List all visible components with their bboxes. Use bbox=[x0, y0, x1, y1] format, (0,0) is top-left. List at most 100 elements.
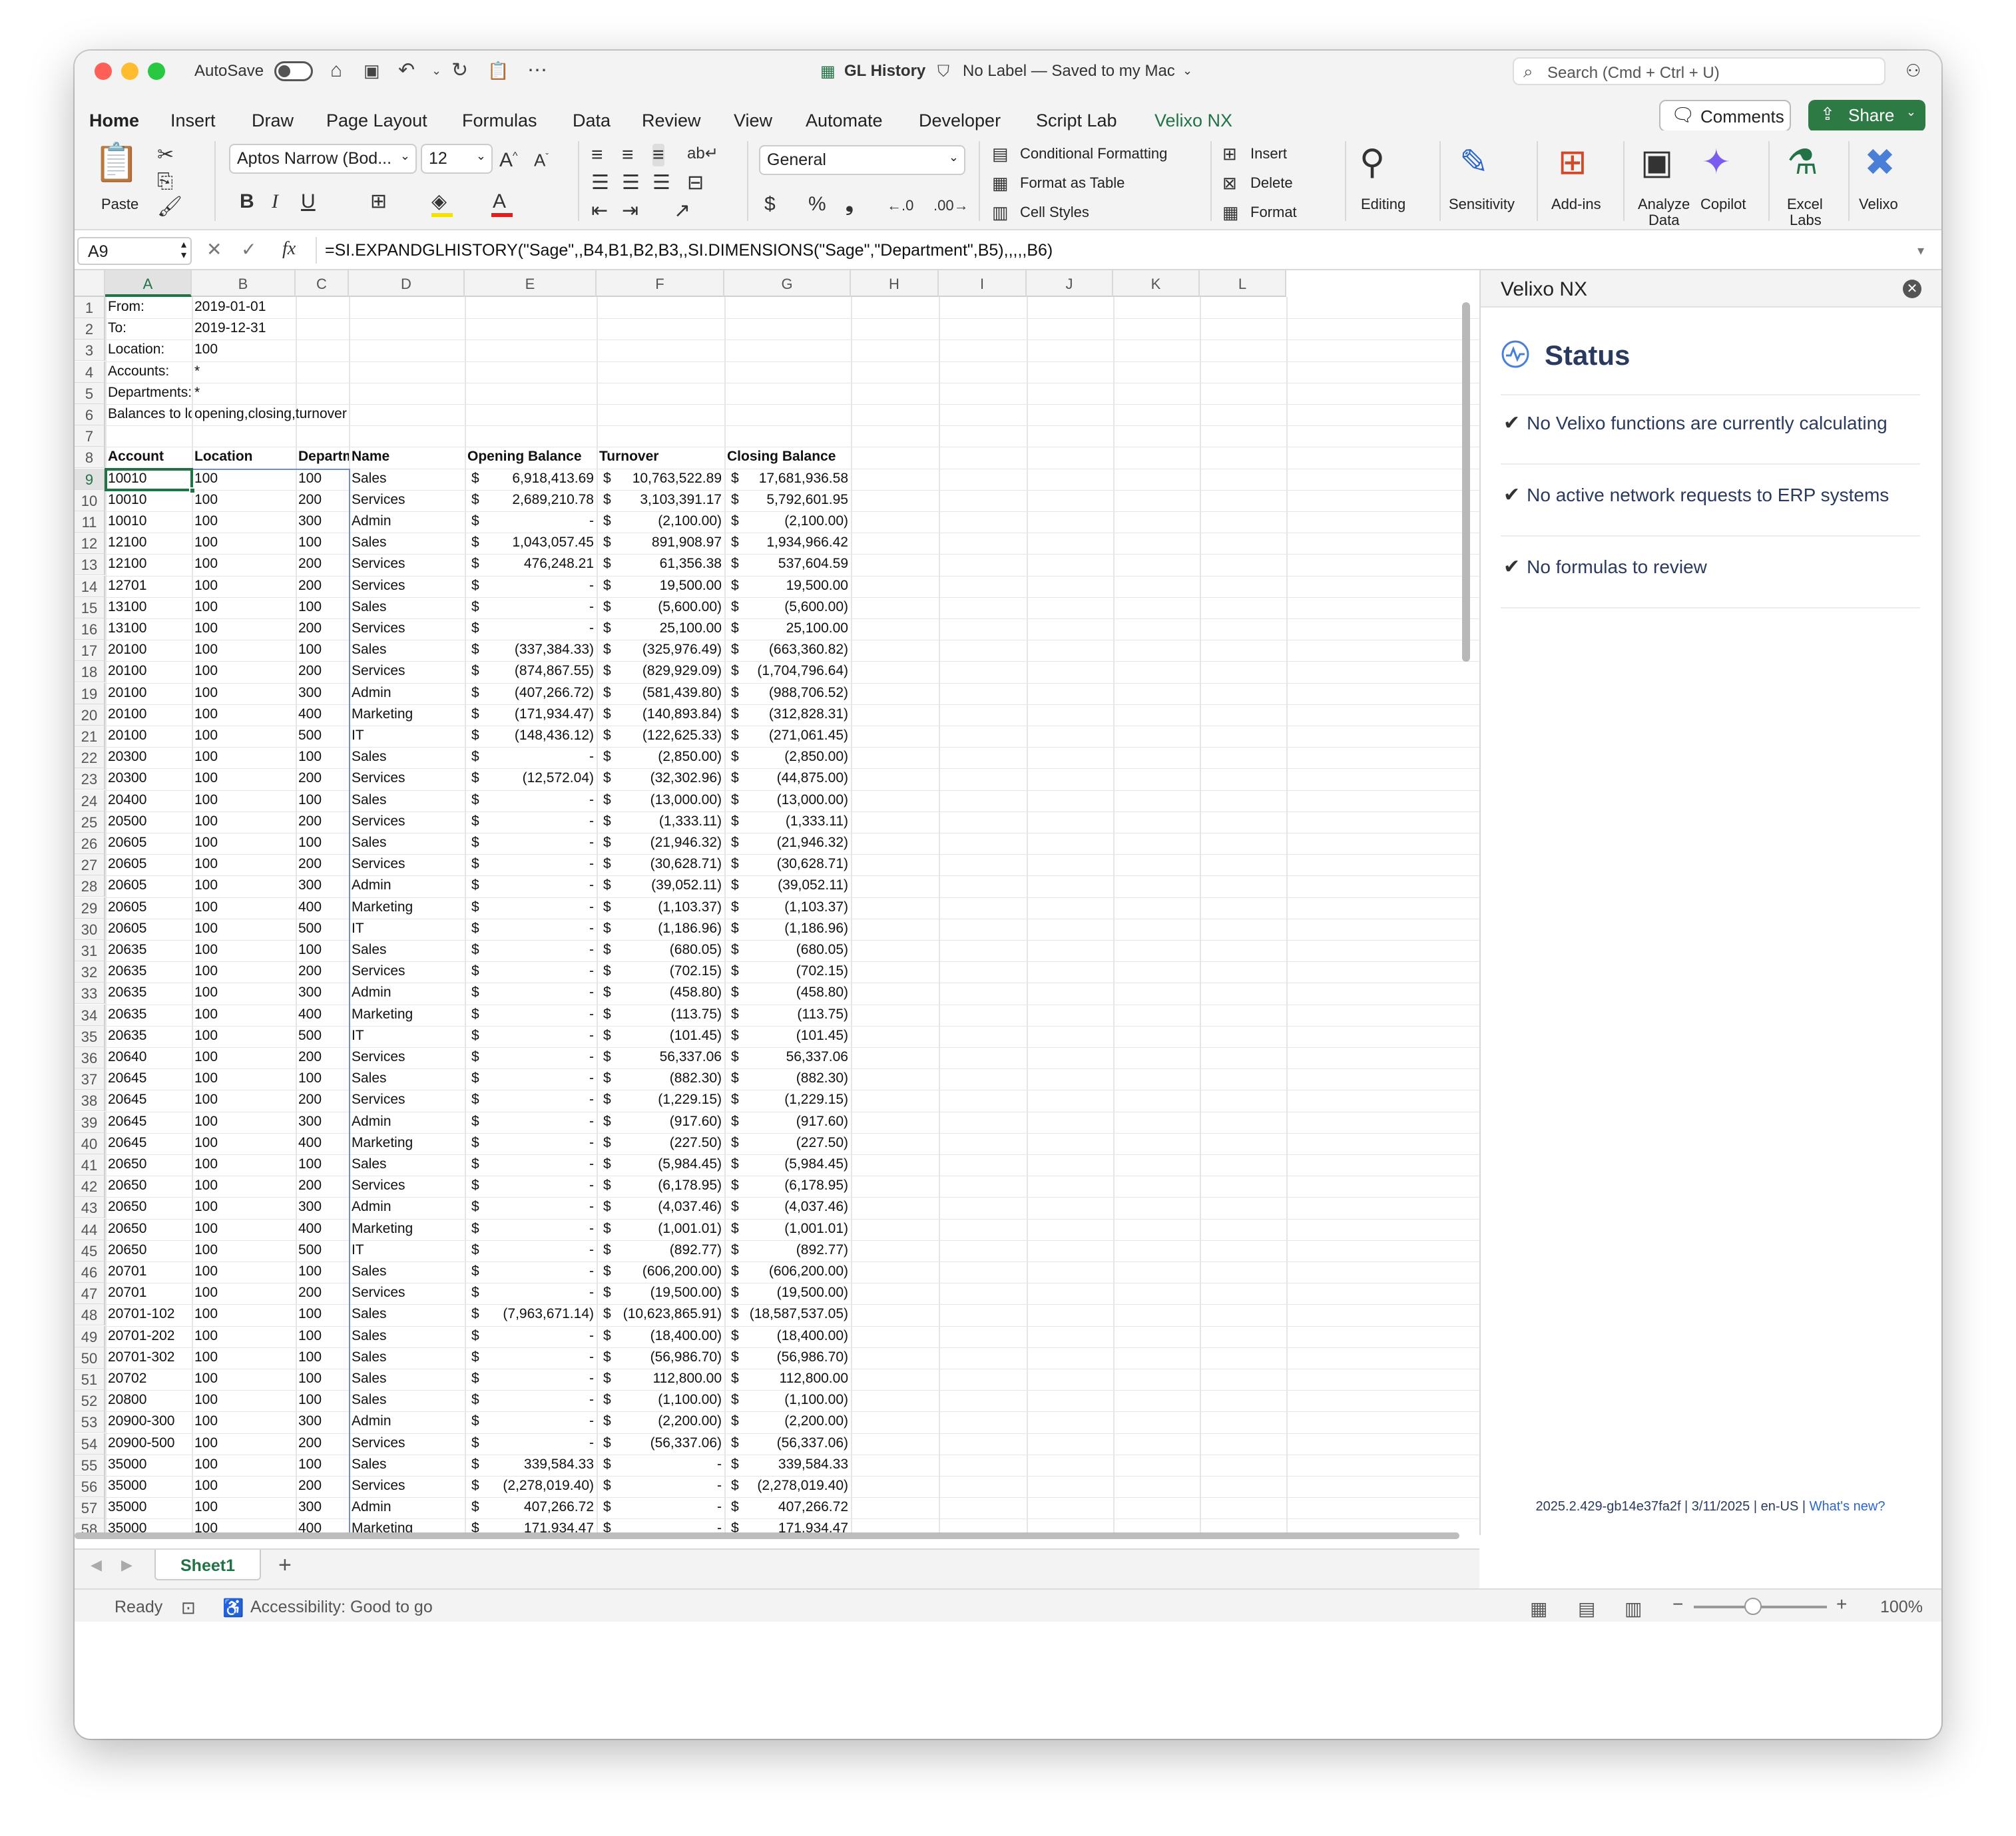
increase-decimal-icon[interactable]: ←.0 bbox=[887, 194, 913, 217]
account-cell[interactable]: 20702 bbox=[105, 1369, 192, 1390]
currency-cell[interactable]: $ (171,934.47) bbox=[465, 704, 597, 726]
align-middle-icon[interactable]: ≡ bbox=[622, 144, 634, 166]
row-header[interactable]: 24 bbox=[75, 790, 105, 811]
row-header[interactable]: 8 bbox=[75, 447, 105, 469]
department-cell[interactable]: 300 bbox=[296, 683, 349, 704]
department-cell[interactable]: 200 bbox=[296, 661, 349, 682]
decrease-decimal-icon[interactable]: .00→ bbox=[933, 194, 969, 217]
currency-cell[interactable]: $ (56,986.70) bbox=[597, 1347, 724, 1369]
location-cell[interactable]: 100 bbox=[192, 1068, 296, 1090]
underline-icon[interactable]: U bbox=[301, 190, 316, 213]
currency-cell[interactable]: $ (892.77) bbox=[597, 1240, 724, 1262]
name-cell[interactable]: Sales bbox=[349, 1304, 465, 1325]
undo-dropdown-chevron-icon[interactable]: ⌄ bbox=[431, 59, 441, 83]
insert-cells-icon[interactable]: ⊞ bbox=[1222, 142, 1237, 165]
location-cell[interactable]: 100 bbox=[192, 1112, 296, 1133]
currency-cell[interactable]: $ (39,052.11) bbox=[724, 875, 851, 897]
currency-cell[interactable]: $ - bbox=[465, 1411, 597, 1433]
department-cell[interactable]: 100 bbox=[296, 1347, 349, 1369]
currency-cell[interactable]: $ (663,360.82) bbox=[724, 640, 851, 661]
currency-cell[interactable]: $25,100.00 bbox=[597, 618, 724, 640]
location-cell[interactable]: 100 bbox=[192, 1262, 296, 1283]
name-cell[interactable]: Sales bbox=[349, 790, 465, 811]
row-header[interactable]: 20 bbox=[75, 704, 105, 726]
currency-cell[interactable]: $ - bbox=[465, 790, 597, 811]
column-header-f[interactable]: F bbox=[597, 270, 724, 297]
tab-review[interactable]: Review bbox=[642, 111, 701, 131]
more-options-icon[interactable]: ⋯ bbox=[527, 59, 547, 83]
department-cell[interactable]: 100 bbox=[296, 469, 349, 490]
account-cell[interactable]: 20645 bbox=[105, 1090, 192, 1111]
font-name-dropdown[interactable]: Aptos Narrow (Bod... ⌄ bbox=[229, 144, 417, 174]
param-label[interactable]: Balances to look at: bbox=[105, 404, 192, 425]
currency-cell[interactable]: $ (32,302.96) bbox=[597, 768, 724, 790]
account-cell[interactable]: 20701-302 bbox=[105, 1347, 192, 1369]
format-as-table-button[interactable]: Format as Table bbox=[1020, 174, 1125, 192]
account-cell[interactable]: 20645 bbox=[105, 1133, 192, 1154]
location-cell[interactable]: 100 bbox=[192, 1283, 296, 1304]
add-ins-button[interactable]: Add-ins bbox=[1551, 196, 1601, 213]
currency-cell[interactable]: $ (1,704,796.64) bbox=[724, 661, 851, 682]
currency-cell[interactable]: $ (19,500.00) bbox=[724, 1283, 851, 1304]
tab-insert[interactable]: Insert bbox=[170, 111, 216, 131]
account-cell[interactable]: 20605 bbox=[105, 875, 192, 897]
row-header[interactable]: 6 bbox=[75, 404, 105, 425]
align-center-icon[interactable]: ☰ bbox=[622, 172, 640, 194]
currency-cell[interactable]: $1,934,966.42 bbox=[724, 533, 851, 554]
horizontal-scrollbar[interactable] bbox=[75, 1532, 1459, 1539]
currency-cell[interactable]: $ - bbox=[465, 576, 597, 597]
location-cell[interactable]: 100 bbox=[192, 533, 296, 554]
name-cell[interactable]: Marketing bbox=[349, 1219, 465, 1240]
currency-cell[interactable]: $ (30,628.71) bbox=[724, 854, 851, 875]
currency-cell[interactable]: $ - bbox=[465, 875, 597, 897]
account-cell[interactable]: 12100 bbox=[105, 554, 192, 575]
currency-cell[interactable]: $10,763,522.89 bbox=[597, 469, 724, 490]
location-cell[interactable]: 100 bbox=[192, 1219, 296, 1240]
currency-cell[interactable]: $ - bbox=[465, 919, 597, 940]
worksheet-grid[interactable]: A B C D E F G H I J K L 1 2 3 4 5 6 7 8 9 10 11 12 13 14 15 16 17 18 1… bbox=[75, 270, 1479, 1535]
name-cell[interactable]: Sales bbox=[349, 597, 465, 618]
currency-cell[interactable]: $ - bbox=[465, 1283, 597, 1304]
currency-cell[interactable]: $ (56,986.70) bbox=[724, 1347, 851, 1369]
column-header-b[interactable]: B bbox=[192, 270, 296, 297]
currency-cell[interactable]: $ - bbox=[465, 1197, 597, 1218]
row-header[interactable]: 50 bbox=[75, 1347, 105, 1369]
row-header[interactable]: 23 bbox=[75, 768, 105, 790]
editing-button[interactable]: Editing bbox=[1361, 196, 1405, 213]
location-cell[interactable]: 100 bbox=[192, 1390, 296, 1411]
name-cell[interactable]: Admin bbox=[349, 1197, 465, 1218]
name-cell[interactable]: Admin bbox=[349, 983, 465, 1004]
currency-cell[interactable]: $ - bbox=[465, 1219, 597, 1240]
minimize-window-button[interactable] bbox=[121, 63, 138, 80]
department-cell[interactable]: 300 bbox=[296, 875, 349, 897]
currency-cell[interactable]: $25,100.00 bbox=[724, 618, 851, 640]
column-header-a[interactable]: A bbox=[105, 270, 192, 297]
param-value[interactable]: opening,closing,turnover bbox=[192, 404, 347, 425]
tab-developer[interactable]: Developer bbox=[919, 111, 1001, 131]
currency-cell[interactable]: $ (1,100.00) bbox=[597, 1390, 724, 1411]
cell-styles-icon[interactable]: ▥ bbox=[992, 201, 1009, 224]
currency-cell[interactable]: $ (337,384.33) bbox=[465, 640, 597, 661]
currency-cell[interactable]: $ (917.60) bbox=[597, 1112, 724, 1133]
account-cell[interactable]: 35000 bbox=[105, 1455, 192, 1476]
currency-cell[interactable]: $ (458.80) bbox=[597, 983, 724, 1004]
name-box[interactable]: A9 ▴ ▾ bbox=[77, 237, 192, 265]
currency-cell[interactable]: $ (39,052.11) bbox=[597, 875, 724, 897]
department-cell[interactable]: 200 bbox=[296, 854, 349, 875]
autosave-toggle[interactable] bbox=[274, 61, 313, 81]
editing-search-icon[interactable]: ⚲ bbox=[1360, 142, 1385, 182]
name-cell[interactable]: Services bbox=[349, 811, 465, 833]
account-cell[interactable]: 20640 bbox=[105, 1047, 192, 1068]
row-header[interactable]: 22 bbox=[75, 747, 105, 769]
macro-recording-icon[interactable]: ⊡ bbox=[181, 1598, 196, 1618]
account-cell[interactable]: 20605 bbox=[105, 919, 192, 940]
currency-cell[interactable]: $ (5,600.00) bbox=[724, 597, 851, 618]
fill-handle[interactable] bbox=[189, 487, 196, 494]
currency-cell[interactable]: $ (882.30) bbox=[597, 1068, 724, 1090]
insert-function-icon[interactable]: fx bbox=[282, 238, 296, 260]
account-cell[interactable]: 20300 bbox=[105, 768, 192, 790]
insert-cells-button[interactable]: Insert bbox=[1250, 145, 1287, 162]
name-cell[interactable]: Admin bbox=[349, 511, 465, 533]
location-cell[interactable]: 100 bbox=[192, 704, 296, 726]
column-header-l[interactable]: L bbox=[1200, 270, 1286, 297]
